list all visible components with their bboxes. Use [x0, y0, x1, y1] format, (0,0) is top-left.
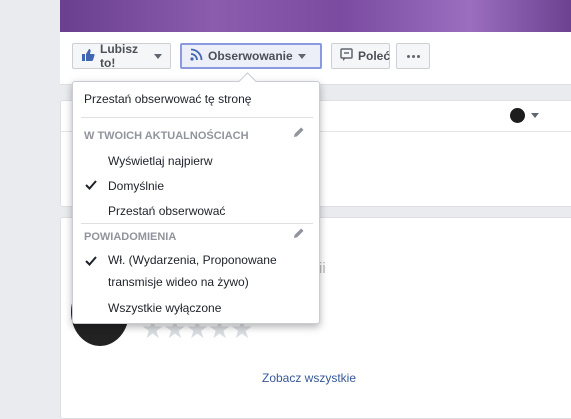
- rss-icon: [190, 48, 203, 64]
- share-button[interactable]: Poleć: [331, 43, 390, 69]
- obscured-text: ii: [319, 260, 326, 277]
- share-icon: [340, 48, 353, 64]
- cover-photo: [60, 0, 571, 32]
- menu-item-all-off[interactable]: Wszystkie wyłączone: [108, 300, 221, 316]
- menu-item-notifications-on-line2: transmisje wideo na żywo): [108, 275, 249, 289]
- menu-item-unfollow-page[interactable]: Przestań obserwować tę stronę: [84, 91, 251, 107]
- menu-item-notifications-on-line1: Wł. (Wydarzenia, Proponowane: [108, 253, 277, 267]
- chevron-down-icon[interactable]: [531, 113, 539, 118]
- section-notifications: POWIADOMIENIA: [84, 231, 177, 243]
- page-action-bar: Lubisz to! Obserwowanie Poleć: [60, 32, 571, 85]
- more-dots-icon: [406, 54, 420, 58]
- pencil-icon[interactable]: [293, 126, 305, 141]
- following-dropdown-menu: Przestań obserwować tę stronę W TWOICH A…: [72, 72, 320, 324]
- chevron-down-icon: [154, 53, 162, 59]
- chevron-down-icon: [297, 53, 306, 59]
- checkmark-icon: [85, 178, 97, 193]
- pencil-icon[interactable]: [293, 227, 305, 242]
- section-news-feed: W TWOICH AKTUALNOŚCIACH: [84, 130, 249, 142]
- more-button[interactable]: [396, 43, 430, 69]
- share-label: Poleć: [358, 49, 391, 63]
- avatar[interactable]: [510, 108, 525, 123]
- see-all-link[interactable]: Zobacz wszystkie: [262, 371, 356, 385]
- checkmark-icon: [85, 254, 97, 269]
- menu-item-see-first[interactable]: Wyświetlaj najpierw: [108, 153, 213, 169]
- divider: [81, 223, 313, 224]
- menu-item-default[interactable]: Domyślnie: [108, 178, 164, 194]
- following-label: Obserwowanie: [208, 49, 293, 63]
- divider: [81, 117, 313, 118]
- like-label: Lubisz to!: [100, 42, 138, 70]
- left-gutter: [0, 0, 60, 392]
- menu-item-unfollow[interactable]: Przestań obserwować: [108, 203, 225, 219]
- menu-item-notifications-on[interactable]: Wł. (Wydarzenia, Proponowane transmisje …: [108, 252, 277, 296]
- thumbs-up-icon: [81, 48, 95, 65]
- like-button[interactable]: Lubisz to!: [72, 42, 171, 70]
- following-button[interactable]: Obserwowanie: [180, 43, 322, 69]
